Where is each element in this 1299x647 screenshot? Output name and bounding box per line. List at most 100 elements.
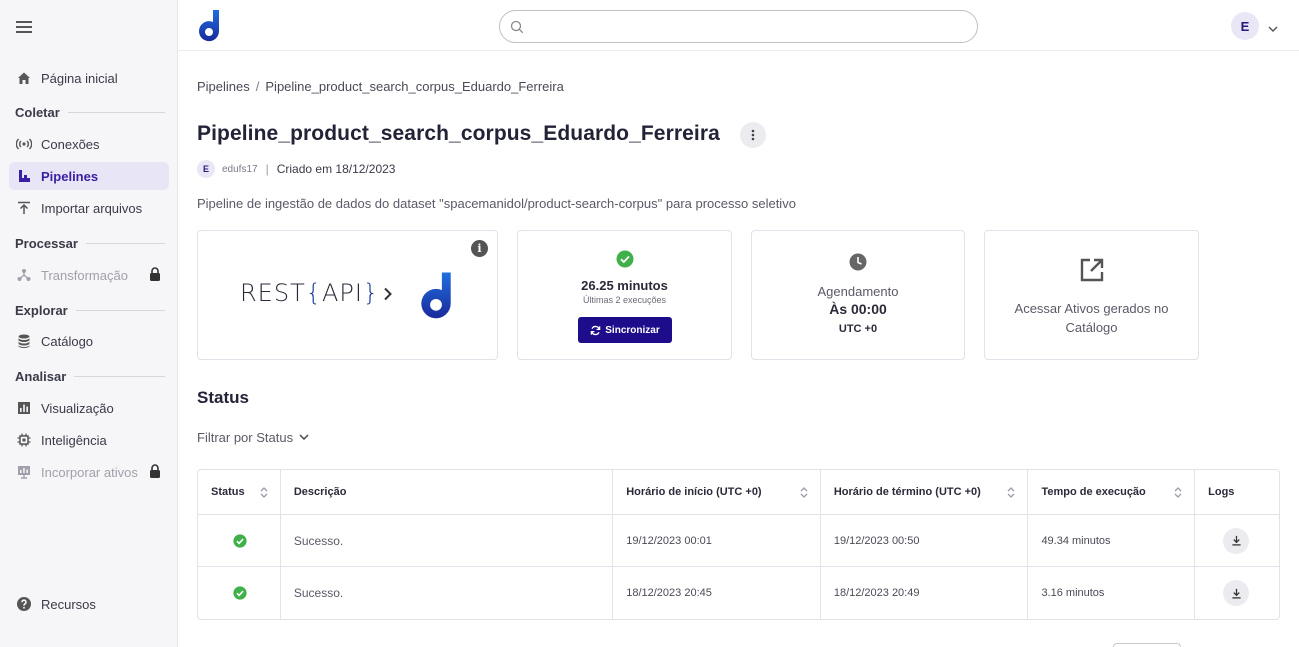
sidebar-item-connections[interactable]: Conexões — [9, 130, 169, 158]
breadcrumb-pipelines[interactable]: Pipelines — [197, 79, 250, 94]
sidebar: Página inicial Coletar Conexões Pipeline… — [0, 0, 178, 647]
column-header-description: Descrição — [281, 470, 614, 514]
logs-cell — [1195, 515, 1279, 566]
database-icon — [16, 333, 32, 349]
info-icon[interactable]: i — [471, 240, 488, 257]
catalog-link-text: Acessar Ativos gerados no Catálogo — [1014, 301, 1169, 335]
topbar: E — [178, 0, 1299, 51]
catalog-link-card[interactable]: Acessar Ativos gerados no Catálogo — [984, 230, 1199, 360]
sidebar-item-visualization[interactable]: Visualização — [9, 394, 169, 422]
owner-avatar: E — [197, 160, 215, 178]
network-icon — [16, 267, 32, 283]
chevron-right-icon — [383, 287, 393, 306]
download-logs-button[interactable] — [1223, 527, 1250, 554]
section-collect: Coletar — [15, 105, 165, 120]
end-cell: 18/12/2023 20:49 — [821, 567, 1029, 619]
success-icon — [518, 250, 731, 273]
sidebar-item-import[interactable]: Importar arquivos — [9, 194, 169, 222]
sidebar-item-label: Visualização — [41, 400, 114, 416]
executions-table: Status Descrição Horário de início (UTC … — [197, 469, 1280, 620]
download-logs-button[interactable] — [1223, 580, 1250, 606]
status-cell — [198, 515, 281, 566]
home-icon — [16, 70, 32, 86]
external-link-icon — [985, 257, 1198, 288]
schedule-timezone: UTC +0 — [838, 323, 878, 335]
source-card: i REST{API} — [197, 230, 498, 360]
bar-chart-icon — [16, 400, 32, 416]
section-explore: Explorar — [15, 303, 165, 318]
sort-icon[interactable] — [260, 486, 268, 499]
status-heading: Status — [197, 388, 249, 407]
sync-button[interactable]: Sincronizar — [578, 317, 672, 343]
sidebar-item-label: Catálogo — [41, 333, 94, 349]
upload-icon — [16, 200, 32, 216]
section-process: Processar — [15, 236, 165, 251]
status-cell — [198, 567, 281, 619]
pagination-control[interactable] — [1113, 643, 1181, 647]
column-header-duration[interactable]: Tempo de execução — [1028, 470, 1196, 514]
owner-name: edufs17 — [222, 163, 258, 175]
sidebar-item-embed: Incorporar ativos — [9, 458, 169, 486]
pipeline-meta: E edufs17 | Criado em 18/12/2023 — [197, 160, 395, 178]
schedule-label: Agendamento — [817, 284, 899, 299]
column-header-status[interactable]: Status — [198, 470, 281, 514]
sort-icon[interactable] — [1174, 486, 1182, 499]
breadcrumb-current: Pipeline_product_search_corpus_Eduardo_F… — [265, 79, 564, 94]
search-box[interactable] — [499, 10, 978, 43]
description-cell: Sucesso. — [281, 567, 614, 619]
clock-icon — [752, 253, 964, 276]
sidebar-item-resources[interactable]: Recursos — [9, 590, 169, 618]
download-icon — [1232, 588, 1241, 599]
duration-subtitle: Últimas 2 execuções — [582, 295, 667, 305]
duration-cell: 49.34 minutos — [1028, 515, 1196, 566]
breadcrumb-separator: / — [255, 79, 260, 94]
chip-icon — [16, 432, 32, 448]
run-summary-card: 26.25 minutos Últimas 2 execuções Sincro… — [517, 230, 732, 360]
duration-cell: 3.16 minutos — [1028, 567, 1196, 619]
sidebar-item-label: Incorporar ativos — [41, 464, 138, 480]
sidebar-item-label: Conexões — [41, 136, 100, 152]
pipeline-icon — [16, 168, 32, 184]
start-cell: 18/12/2023 20:45 — [613, 567, 821, 619]
column-header-logs: Logs — [1208, 486, 1235, 498]
sidebar-item-intelligence[interactable]: Inteligência — [9, 426, 169, 454]
pipeline-description: Pipeline de ingestão de dados do dataset… — [197, 196, 796, 211]
sort-icon[interactable] — [1007, 486, 1015, 499]
search-input[interactable] — [530, 17, 960, 37]
help-icon — [16, 596, 32, 612]
broadcast-icon — [16, 136, 32, 152]
presentation-icon — [16, 464, 32, 480]
brand-logo[interactable] — [196, 9, 222, 48]
status-filter-dropdown[interactable]: Filtrar por Status — [197, 430, 309, 445]
schedule-time: Às 00:00 — [829, 301, 887, 317]
success-icon — [233, 533, 247, 548]
created-date: Criado em 18/12/2023 — [276, 162, 396, 176]
sidebar-item-label: Pipelines — [41, 168, 99, 184]
table-row: Sucesso. 18/12/2023 20:45 18/12/2023 20:… — [198, 567, 1279, 619]
column-header-start[interactable]: Horário de início (UTC +0) — [613, 470, 821, 514]
table-header-row: Status Descrição Horário de início (UTC … — [198, 470, 1279, 515]
rest-api-logo: REST{API} — [240, 279, 380, 307]
sidebar-item-home[interactable]: Página inicial — [9, 64, 169, 92]
sidebar-item-label: Inteligência — [41, 432, 107, 448]
meta-separator: | — [265, 162, 269, 176]
user-avatar[interactable]: E — [1231, 12, 1259, 40]
menu-icon[interactable] — [14, 18, 34, 38]
sidebar-item-pipelines[interactable]: Pipelines — [9, 162, 169, 190]
sidebar-item-label: Recursos — [41, 596, 96, 612]
more-options-button[interactable] — [740, 122, 766, 148]
start-cell: 19/12/2023 00:01 — [613, 515, 821, 566]
schedule-card[interactable]: Agendamento Às 00:00 UTC +0 — [751, 230, 965, 360]
chevron-down-icon[interactable] — [1268, 20, 1278, 38]
sidebar-item-catalog[interactable]: Catálogo — [9, 327, 169, 355]
column-header-end[interactable]: Horário de término (UTC +0) — [821, 470, 1029, 514]
sort-icon[interactable] — [800, 486, 808, 499]
section-analyze: Analisar — [15, 369, 165, 384]
filter-label: Filtrar por Status — [197, 430, 294, 445]
sidebar-item-label: Página inicial — [41, 70, 118, 86]
table-row: Sucesso. 19/12/2023 00:01 19/12/2023 00:… — [198, 515, 1279, 567]
sidebar-item-label: Importar arquivos — [41, 200, 143, 216]
sidebar-item-transform: Transformação — [9, 261, 169, 289]
download-icon — [1232, 535, 1241, 546]
breadcrumb: Pipelines / Pipeline_product_search_corpus… — [197, 79, 564, 94]
